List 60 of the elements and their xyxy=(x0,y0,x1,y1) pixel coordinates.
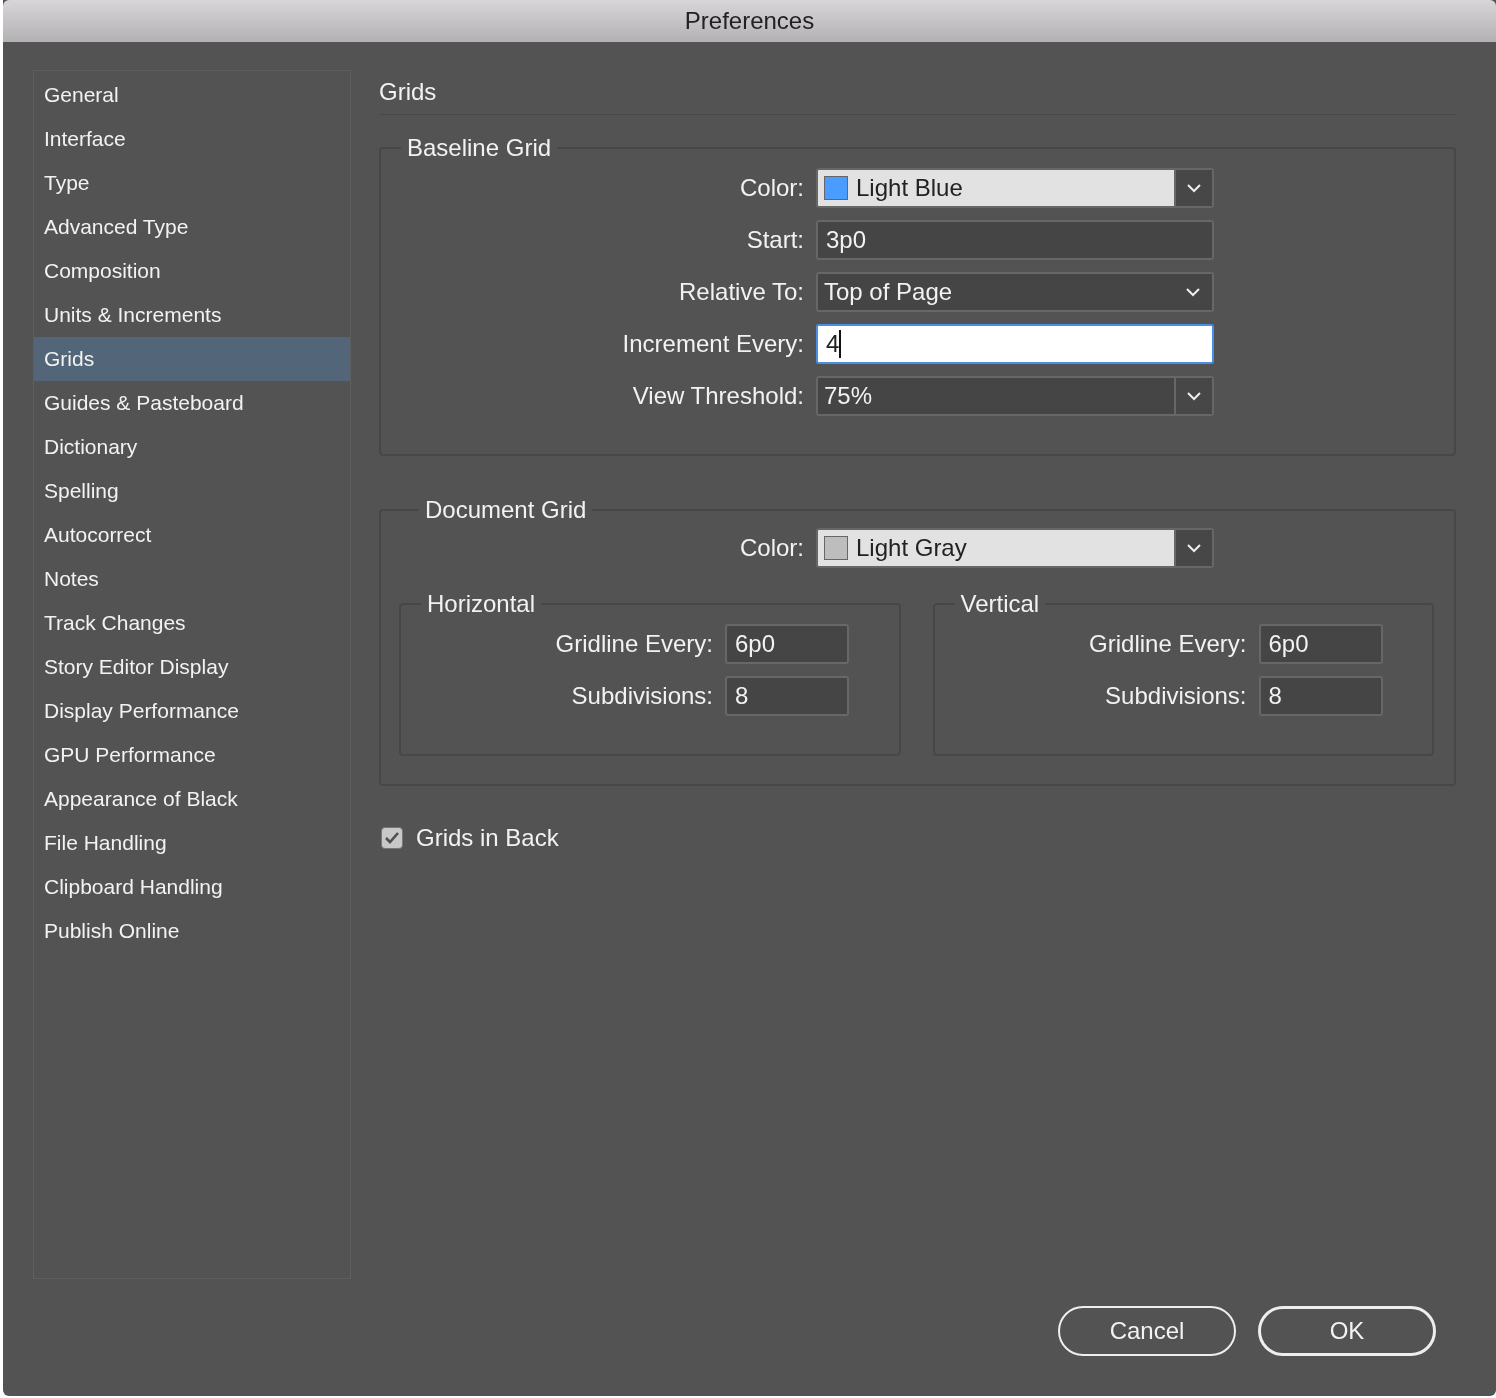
group-title: Document Grid xyxy=(424,496,588,524)
sidebar-item[interactable]: Track Changes xyxy=(34,601,350,645)
dialog-button[interactable]: Cancel xyxy=(1058,1306,1236,1356)
sidebar-item[interactable]: File Handling xyxy=(34,821,350,865)
sidebar-item[interactable]: Interface xyxy=(34,117,350,161)
field-label: Start: xyxy=(745,226,804,254)
dropdown-value: Top of Page xyxy=(824,278,954,306)
chevron-down-icon xyxy=(1174,530,1212,566)
sidebar-item[interactable]: Story Editor Display xyxy=(34,645,350,689)
input-field[interactable]: 6p0 xyxy=(725,624,849,664)
chevron-down-icon xyxy=(1174,378,1212,414)
dropdown-value: Light Gray xyxy=(856,534,968,562)
input-field[interactable]: 8 xyxy=(1258,676,1383,716)
field-label: View Threshold: xyxy=(631,382,804,410)
sidebar-item[interactable]: Guides & Pasteboard xyxy=(34,381,350,425)
sidebar-item[interactable]: Notes xyxy=(34,557,350,601)
sidebar-item[interactable]: Type xyxy=(34,161,350,205)
checkmark-icon xyxy=(384,831,400,845)
panel-title: Grids xyxy=(379,70,1456,115)
dropdown[interactable]: Top of Page xyxy=(816,272,1214,312)
sidebar-item[interactable]: Dictionary xyxy=(34,425,350,469)
checkbox-label: Grids in Back xyxy=(416,824,559,852)
group-title: Baseline Grid xyxy=(406,134,553,162)
chevron-down-icon xyxy=(1186,287,1200,297)
combo-value: 75% xyxy=(824,382,874,410)
checkbox[interactable] xyxy=(381,827,403,849)
sidebar-item[interactable]: Clipboard Handling xyxy=(34,865,350,909)
field-label: Relative To: xyxy=(678,278,804,306)
sidebar-item[interactable]: Appearance of Black xyxy=(34,777,350,821)
sidebar-item[interactable]: Units & Increments xyxy=(34,293,350,337)
sidebar-item[interactable]: Composition xyxy=(34,249,350,293)
input-field[interactable]: 4 xyxy=(816,324,1214,364)
group-title: Vertical xyxy=(959,590,1041,618)
text-cursor xyxy=(839,330,842,358)
dialog-button[interactable]: OK xyxy=(1258,1306,1436,1356)
window-title: Preferences xyxy=(684,7,815,35)
input-field[interactable]: 3p0 xyxy=(816,220,1214,260)
sidebar-item[interactable]: Display Performance xyxy=(34,689,350,733)
sidebar-item[interactable]: GPU Performance xyxy=(34,733,350,777)
field-label: Color: xyxy=(738,534,804,562)
field-label: Subdivisions: xyxy=(1104,682,1247,710)
sidebar-item[interactable]: Spelling xyxy=(34,469,350,513)
combo-box[interactable]: 75% xyxy=(816,376,1214,416)
color-dropdown[interactable]: Light Gray xyxy=(816,528,1214,568)
sidebar-item[interactable]: Grids xyxy=(34,337,350,381)
dropdown-value: Light Blue xyxy=(856,174,964,202)
field-label: Gridline Every: xyxy=(554,630,713,658)
field-label: Gridline Every: xyxy=(1088,630,1247,658)
group-title: Horizontal xyxy=(426,590,537,618)
field-label: Color: xyxy=(738,174,804,202)
sidebar-item[interactable]: Publish Online xyxy=(34,909,350,953)
sidebar-item[interactable]: Advanced Type xyxy=(34,205,350,249)
chevron-down-icon xyxy=(1174,170,1212,206)
sidebar-item[interactable]: General xyxy=(34,73,350,117)
field-label: Subdivisions: xyxy=(570,682,713,710)
color-dropdown[interactable]: Light Blue xyxy=(816,168,1214,208)
sidebar-item[interactable]: Autocorrect xyxy=(34,513,350,557)
input-field[interactable]: 6p0 xyxy=(1258,624,1383,664)
input-field[interactable]: 8 xyxy=(725,676,849,716)
field-label: Increment Every: xyxy=(621,330,804,358)
